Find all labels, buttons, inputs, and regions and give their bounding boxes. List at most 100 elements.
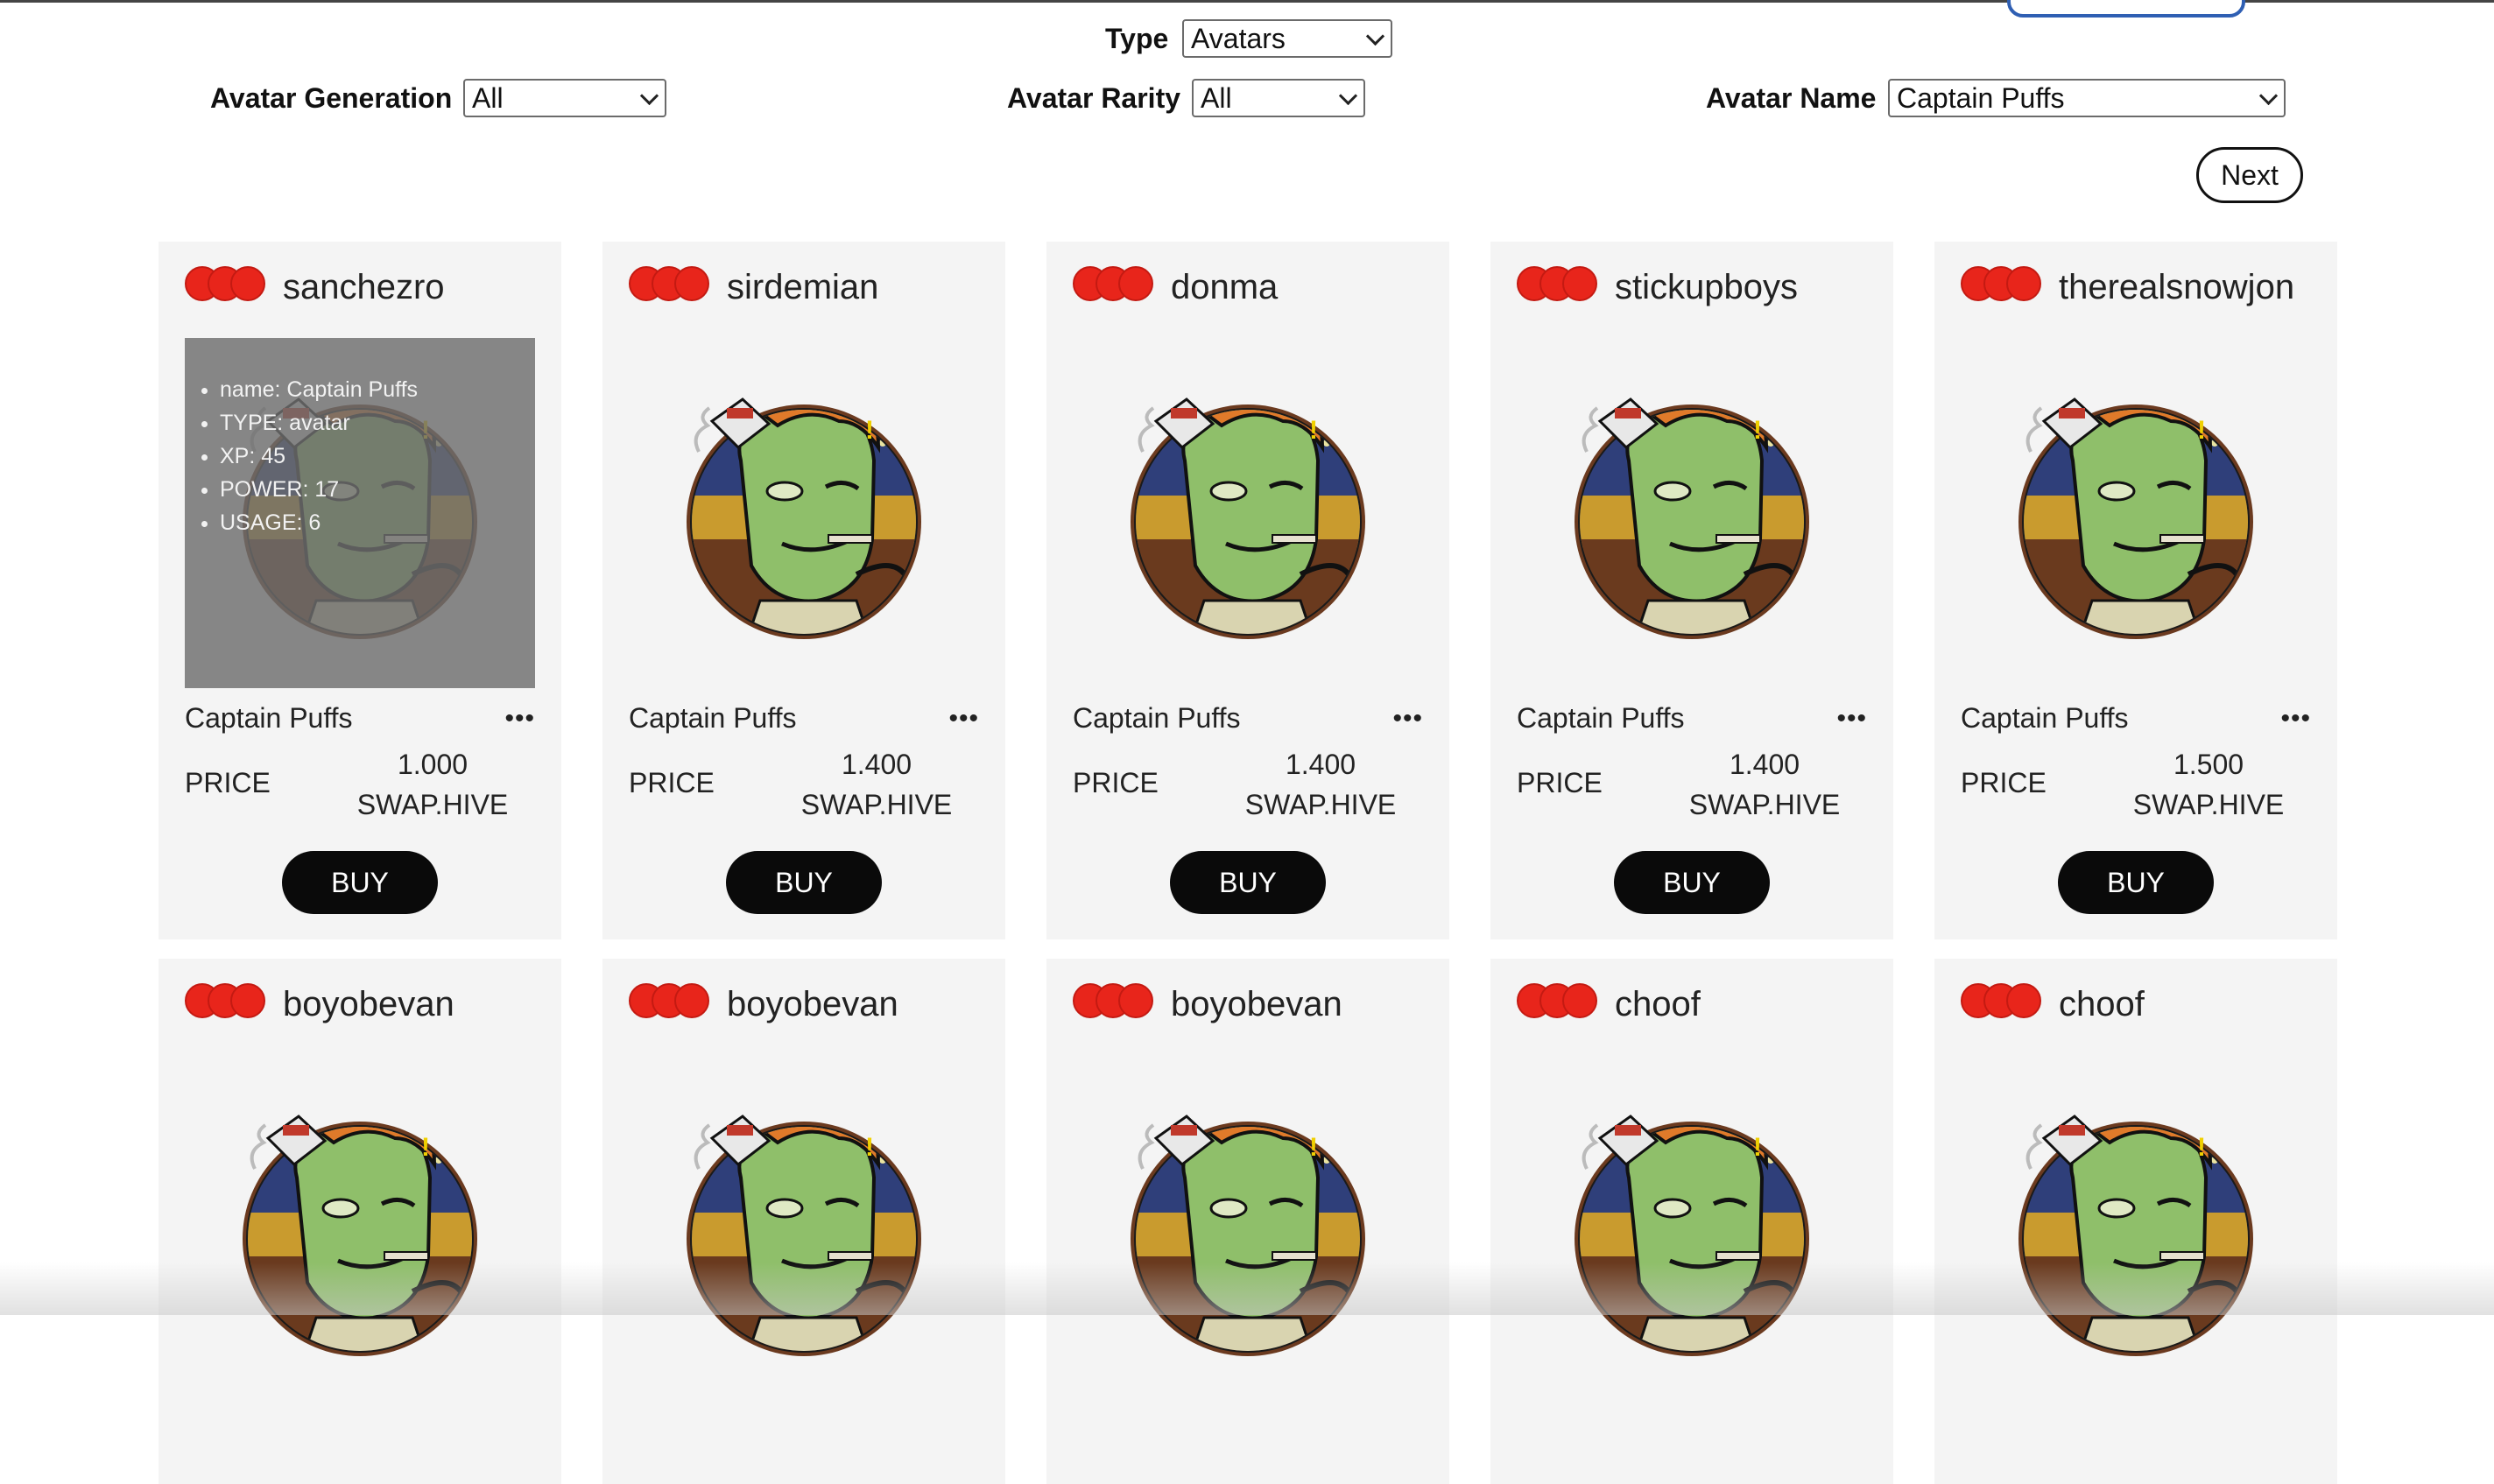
tooltip-detail-item: POWER: 17	[220, 473, 535, 506]
rarity-dot	[2006, 266, 2041, 301]
rarity-indicator	[1961, 983, 2041, 1018]
price-amount: 1.400	[1729, 749, 1800, 780]
listing-grid: sanchezro ! name: Captain PuffsTYPE: ava…	[159, 242, 2339, 1484]
rarity-dot	[230, 983, 265, 1018]
captain-puffs-avatar-image: !	[243, 1115, 477, 1356]
header-button[interactable]	[2007, 0, 2245, 18]
listing-card[interactable]: stickupboys ! Captain Puffs ••• PRICE 1.400…	[1490, 242, 1893, 939]
listing-card[interactable]: donma ! Captain Puffs ••• PRICE 1.400 SWAP.H…	[1046, 242, 1449, 939]
avatar-image-container[interactable]: !	[1961, 1055, 2311, 1405]
item-name: Captain Puffs	[629, 702, 797, 734]
svg-text:!: !	[1309, 1133, 1318, 1162]
listing-card[interactable]: boyobevan !	[159, 959, 561, 1484]
captain-puffs-avatar-image: !	[1575, 1115, 1809, 1356]
listing-card[interactable]: sirdemian ! Captain Puffs ••• PRICE 1.400 SW…	[602, 242, 1005, 939]
listing-card[interactable]: choof !	[1934, 959, 2337, 1484]
buy-button[interactable]: BUY	[726, 851, 882, 914]
tooltip-detail-item: name: Captain Puffs	[220, 373, 535, 406]
buy-button[interactable]: BUY	[282, 851, 438, 914]
rarity-indicator	[185, 266, 265, 301]
buy-button[interactable]: BUY	[1614, 851, 1770, 914]
rarity-indicator	[1073, 266, 1153, 301]
price-amount: 1.500	[2173, 749, 2244, 780]
avatar-image-container[interactable]: !	[1961, 338, 2311, 688]
avatar-image-container[interactable]: !	[629, 338, 979, 688]
avatar-image-container[interactable]: !	[1517, 338, 1867, 688]
rarity-dot	[1118, 983, 1153, 1018]
price-label: PRICE	[1517, 767, 1603, 798]
avatar-rarity-value: All	[1201, 82, 1232, 114]
avatar-generation-value: All	[472, 82, 504, 114]
type-select[interactable]: Avatars	[1182, 19, 1392, 58]
rarity-indicator	[1517, 983, 1597, 1018]
price-currency: SWAP.HIVE	[800, 789, 953, 820]
price-currency: SWAP.HIVE	[1244, 789, 1397, 820]
avatar-name-label: Avatar Name	[1706, 82, 1877, 114]
rarity-dot	[1118, 266, 1153, 301]
price-amount: 1.000	[397, 749, 469, 780]
svg-text:!: !	[421, 1133, 430, 1162]
item-name: Captain Puffs	[1517, 702, 1685, 734]
rarity-dot	[674, 266, 709, 301]
buy-button[interactable]: BUY	[1170, 851, 1326, 914]
chevron-down-icon	[2258, 86, 2279, 106]
tooltip-detail-item: XP: 45	[220, 440, 535, 473]
avatar-rarity-label: Avatar Rarity	[1007, 82, 1181, 114]
more-options-icon[interactable]: •••	[2280, 706, 2311, 732]
avatar-image-container[interactable]: !	[1073, 338, 1423, 688]
item-name: Captain Puffs	[185, 702, 353, 734]
svg-text:!: !	[865, 1133, 874, 1162]
price-label: PRICE	[185, 767, 271, 798]
listing-card[interactable]: boyobevan !	[1046, 959, 1449, 1484]
price-currency: SWAP.HIVE	[356, 789, 509, 820]
avatar-image-container[interactable]: !	[1517, 1055, 1867, 1405]
avatar-image-container[interactable]: !	[1073, 1055, 1423, 1405]
more-options-icon[interactable]: •••	[948, 706, 979, 732]
avatar-name-select[interactable]: Captain Puffs	[1888, 79, 2286, 117]
captain-puffs-avatar-image: !	[1131, 397, 1365, 639]
captain-puffs-avatar-image: !	[2018, 1115, 2253, 1356]
item-name: Captain Puffs	[1073, 702, 1241, 734]
seller-name: therealsnowjon	[2059, 268, 2295, 306]
avatar-image-container[interactable]: !	[185, 1055, 535, 1405]
listing-card[interactable]: choof !	[1490, 959, 1893, 1484]
more-options-icon[interactable]: •••	[504, 706, 535, 732]
rarity-dot	[1562, 983, 1597, 1018]
avatar-details-tooltip: name: Captain PuffsTYPE: avatarXP: 45POW…	[185, 338, 535, 688]
captain-puffs-avatar-image: !	[687, 397, 921, 639]
more-options-icon[interactable]: •••	[1392, 706, 1423, 732]
avatar-image-container[interactable]: ! name: Captain PuffsTYPE: avatarXP: 45P…	[185, 338, 535, 688]
seller-name: boyobevan	[727, 985, 898, 1023]
listing-card[interactable]: boyobevan !	[602, 959, 1005, 1484]
next-page-button[interactable]: Next	[2196, 147, 2303, 203]
listing-card[interactable]: therealsnowjon ! Captain Puffs ••• PRICE 1.…	[1934, 242, 2337, 939]
captain-puffs-avatar-image: !	[1575, 397, 1809, 639]
tooltip-detail-item: USAGE: 6	[220, 506, 535, 539]
rarity-dot	[1562, 266, 1597, 301]
rarity-indicator	[1517, 266, 1597, 301]
seller-name: sanchezro	[283, 268, 445, 306]
rarity-dot	[674, 983, 709, 1018]
svg-text:!: !	[1753, 1133, 1762, 1162]
buy-button[interactable]: BUY	[2058, 851, 2214, 914]
rarity-indicator	[629, 983, 709, 1018]
more-options-icon[interactable]: •••	[1836, 706, 1867, 732]
avatar-rarity-select[interactable]: All	[1192, 79, 1365, 117]
price-amount: 1.400	[841, 749, 912, 780]
avatar-image-container[interactable]: !	[629, 1055, 979, 1405]
svg-text:!: !	[2197, 1133, 2206, 1162]
item-name: Captain Puffs	[1961, 702, 2129, 734]
price-currency: SWAP.HIVE	[1688, 789, 1841, 820]
avatar-generation-select[interactable]: All	[463, 79, 666, 117]
svg-text:!: !	[865, 416, 874, 445]
captain-puffs-avatar-image: !	[687, 1115, 921, 1356]
listing-card[interactable]: sanchezro ! name: Captain PuffsTYPE: ava…	[159, 242, 561, 939]
chevron-down-icon	[1365, 26, 1385, 46]
seller-name: stickupboys	[1615, 268, 1798, 306]
svg-text:!: !	[1309, 416, 1318, 445]
type-select-value: Avatars	[1191, 23, 1286, 54]
captain-puffs-avatar-image: !	[1131, 1115, 1365, 1356]
rarity-indicator	[629, 266, 709, 301]
avatar-generation-label: Avatar Generation	[210, 82, 453, 114]
price-amount: 1.400	[1285, 749, 1356, 780]
